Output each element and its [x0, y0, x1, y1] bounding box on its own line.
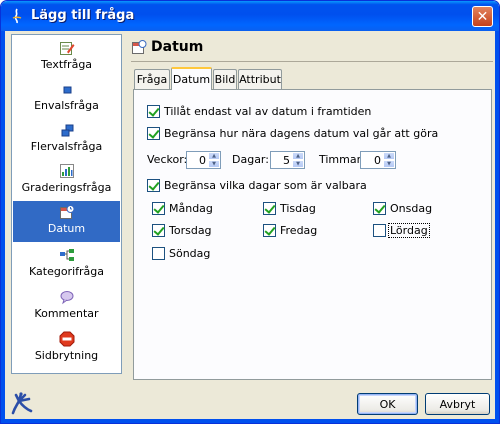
weekday-checkbox-torsdag[interactable] [152, 224, 165, 237]
page-title: Datum [151, 39, 204, 55]
tab-label: Datum [172, 73, 211, 86]
close-icon: ✕ [476, 8, 489, 25]
limit-days-checkbox[interactable] [147, 179, 160, 192]
tab-fraga[interactable]: Fråga [134, 69, 170, 89]
future-only-label[interactable]: Tillåt endast val av datum i framtiden [164, 105, 371, 118]
sidebar-item-label: Sidbrytning [34, 349, 99, 362]
sidebar-item-label: Kommentar [34, 307, 99, 320]
app-icon [12, 8, 22, 24]
dialog-window: Lägg till fråga ✕ Textfråga Envalsfråga [0, 0, 500, 424]
spinner-arrows[interactable]: ▲ ▼ [383, 152, 395, 168]
tab-datum[interactable]: Datum [171, 67, 212, 90]
sidebar-item-label: Flervalsfråga [30, 140, 103, 153]
single-choice-icon [63, 86, 71, 94]
title-bar[interactable]: Lägg till fråga ✕ [1, 1, 499, 31]
weekday-checkbox-mandag[interactable] [152, 202, 165, 215]
spin-up-icon[interactable]: ▲ [208, 152, 220, 160]
spin-up-icon[interactable]: ▲ [292, 152, 304, 160]
comment-icon [60, 291, 73, 305]
window-title: Lägg till fråga [31, 8, 135, 23]
tab-label: Attribut [239, 73, 281, 86]
ok-button[interactable]: OK [357, 393, 418, 415]
sidebar-item-kategorifraga[interactable]: Kategorifråga [13, 244, 120, 285]
weekday-label[interactable]: Måndag [169, 202, 213, 215]
future-only-checkbox[interactable] [147, 105, 160, 118]
tab-attribut[interactable]: Attribut [238, 69, 282, 89]
limit-days-label[interactable]: Begränsa vilka dagar som är valbara [164, 179, 367, 192]
hand-logo-icon [11, 392, 33, 415]
spinner-arrows[interactable]: ▲ ▼ [208, 152, 220, 168]
sidebar-item-label: Kategorifråga [29, 265, 104, 278]
weeks-value: 0 [199, 154, 206, 167]
sidebar-item-datum[interactable]: Datum [13, 201, 120, 242]
weekday-label[interactable]: Lördag [388, 223, 430, 238]
window-frame-right [495, 31, 499, 423]
date-icon [132, 40, 147, 54]
ok-label: OK [379, 397, 396, 411]
question-type-list: Textfråga Envalsfråga Flervalsfråga Grad… [11, 34, 122, 374]
weekday-checkbox-onsdag[interactable] [373, 202, 386, 215]
tab-bild[interactable]: Bild [213, 69, 237, 89]
spin-down-icon[interactable]: ▼ [383, 160, 395, 168]
window-frame-bottom [1, 419, 499, 423]
sidebar-item-textfraga[interactable]: Textfråga [13, 37, 120, 78]
sidebar-item-label: Textfråga [40, 58, 93, 71]
cancel-button[interactable]: Avbryt [425, 393, 490, 415]
weeks-label: Veckor: [147, 153, 188, 166]
weekday-checkbox-fredag[interactable] [263, 224, 276, 237]
header-divider [131, 61, 493, 62]
spinner-arrows[interactable]: ▲ ▼ [292, 152, 304, 168]
tab-label: Bild [214, 73, 236, 86]
weekday-label[interactable]: Torsdag [169, 224, 212, 237]
rating-icon [59, 164, 74, 178]
tab-label: Fråga [136, 73, 168, 86]
limit-range-checkbox[interactable] [147, 127, 160, 140]
weekday-checkbox-sondag[interactable] [152, 247, 165, 260]
weekday-checkbox-lordag[interactable] [373, 224, 386, 237]
sidebar-item-kommentar[interactable]: Kommentar [13, 286, 120, 327]
multiple-choice-icon [61, 124, 73, 137]
content-header: Datum [131, 37, 203, 57]
sidebar-item-sidbrytning[interactable]: Sidbrytning [13, 328, 120, 369]
days-label: Dagar: [232, 153, 269, 166]
hours-label: Timmar: [319, 153, 365, 166]
sidebar-item-label: Graderingsfråga [21, 181, 112, 194]
weekday-label[interactable]: Söndag [169, 247, 210, 260]
spin-down-icon[interactable]: ▼ [292, 160, 304, 168]
category-icon [59, 249, 74, 261]
close-button[interactable]: ✕ [472, 6, 493, 27]
days-value: 5 [283, 154, 290, 167]
weeks-spinner[interactable]: 0 ▲ ▼ [186, 151, 221, 169]
limit-range-label[interactable]: Begränsa hur nära dagens datum val går a… [164, 127, 438, 140]
hours-spinner[interactable]: 0 ▲ ▼ [360, 151, 396, 169]
sidebar-item-label: Datum [47, 222, 86, 235]
text-question-icon [59, 42, 74, 55]
weekday-label[interactable]: Tisdag [280, 202, 316, 215]
tab-panel-datum: Tillåt endast val av datum i framtiden B… [133, 89, 492, 380]
cancel-label: Avbryt [439, 397, 476, 411]
sidebar-item-envalsfraga[interactable]: Envalsfråga [13, 78, 120, 119]
spin-up-icon[interactable]: ▲ [383, 152, 395, 160]
spin-down-icon[interactable]: ▼ [208, 160, 220, 168]
days-spinner[interactable]: 5 ▲ ▼ [270, 151, 305, 169]
weekday-label[interactable]: Onsdag [390, 202, 432, 215]
weekday-checkbox-tisdag[interactable] [263, 202, 276, 215]
sidebar-item-graderingsfraga[interactable]: Graderingsfråga [13, 160, 120, 201]
sidebar-item-label: Envalsfråga [34, 99, 99, 112]
stop-icon [59, 331, 74, 347]
sidebar-item-flervalsfraga[interactable]: Flervalsfråga [13, 119, 120, 160]
hours-value: 0 [374, 154, 381, 167]
date-icon [59, 205, 74, 219]
weekday-label[interactable]: Fredag [280, 224, 317, 237]
window-frame-left [1, 31, 5, 423]
